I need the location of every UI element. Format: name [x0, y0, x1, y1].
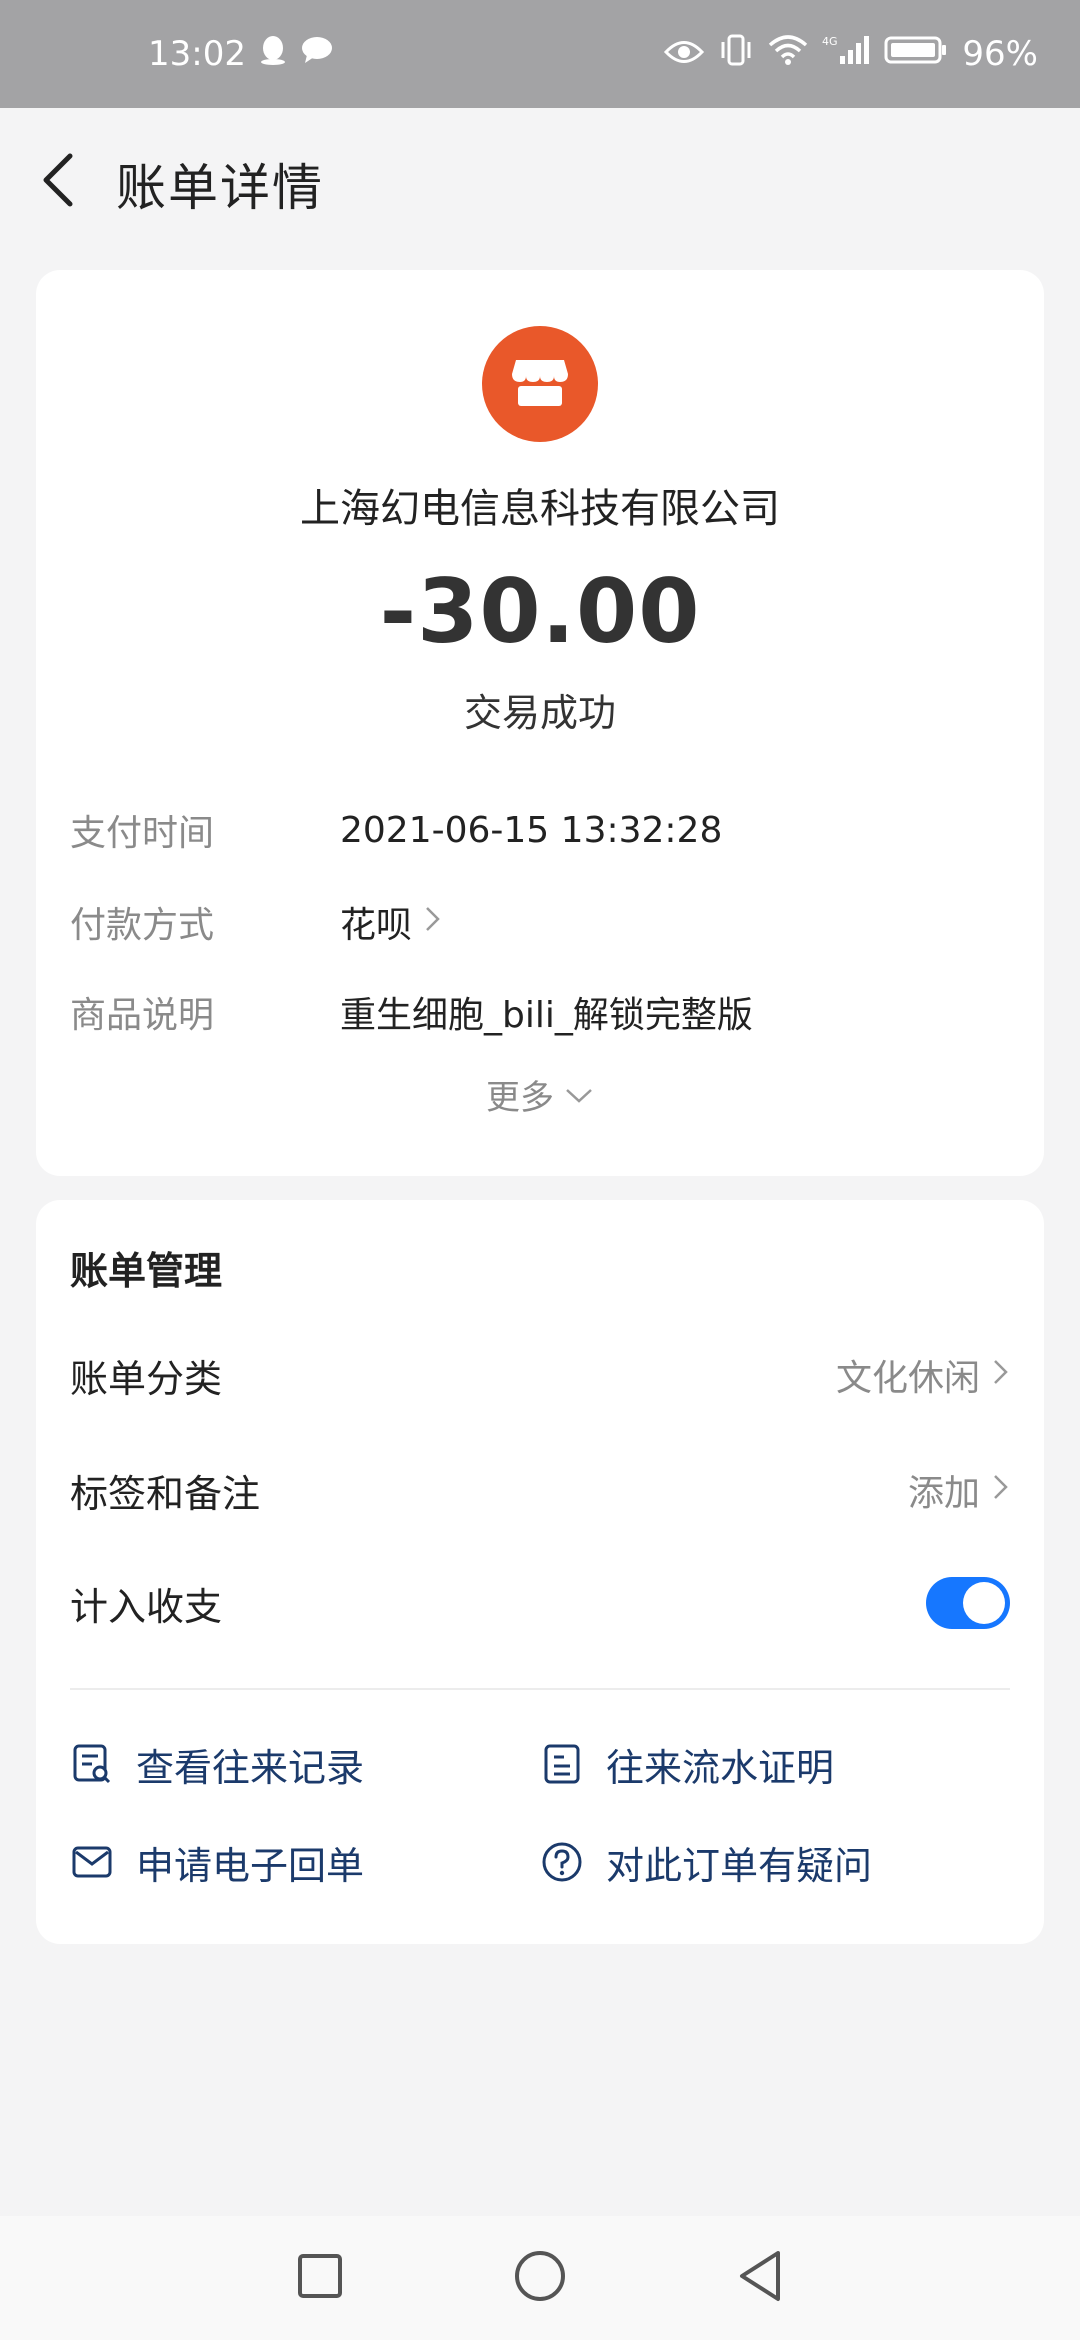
back-triangle-icon: [736, 2249, 784, 2307]
status-time: 13:02: [148, 34, 246, 74]
tags-value-group[interactable]: 添加: [908, 1464, 1010, 1516]
mail-icon: [70, 1840, 114, 1884]
vibrate-icon: [718, 34, 754, 75]
detail-row-product-desc: 商品说明 重生细胞_bili_解锁完整版: [70, 982, 1010, 1042]
chat-bubble-icon: [300, 34, 334, 74]
bill-detail-card: 上海幻电信息科技有限公司 -30.00 交易成功 支付时间 2021-06-15…: [36, 270, 1044, 1176]
status-left: 13:02: [148, 34, 334, 75]
system-nav-bar: [0, 2216, 1080, 2340]
action-label: 对此订单有疑问: [606, 1843, 873, 1888]
category-value-group[interactable]: 文化休闲: [836, 1349, 1010, 1401]
chevron-down-icon: [564, 1074, 594, 1114]
category-value: 文化休闲: [835, 1358, 980, 1399]
battery-percent: 96%: [962, 34, 1038, 74]
category-label: 账单分类: [70, 1356, 223, 1401]
detail-label: 商品说明: [70, 995, 215, 1036]
chevron-right-icon: [424, 902, 442, 943]
merchant-name: 上海幻电信息科技有限公司: [300, 486, 780, 532]
network-label: 4G: [822, 35, 838, 48]
home-button[interactable]: [510, 2248, 570, 2308]
question-circle-icon: [540, 1840, 584, 1884]
tags-label: 标签和备注: [70, 1471, 261, 1516]
detail-value: 2021-06-15 13:32:28: [340, 810, 722, 851]
wifi-icon: [768, 34, 808, 74]
tags-notes-row[interactable]: 标签和备注 添加: [70, 1455, 1010, 1525]
recent-apps-icon: [296, 2252, 344, 2304]
detail-value: 重生细胞_bili_解锁完整版: [340, 986, 753, 1038]
flow-proof-action[interactable]: 往来流水证明: [540, 1734, 834, 1794]
back-button[interactable]: [34, 150, 82, 214]
detail-label: 付款方式: [70, 905, 215, 946]
action-label: 申请电子回单: [136, 1843, 365, 1888]
detail-row-pay-method[interactable]: 付款方式 花呗: [70, 892, 1010, 952]
detail-value[interactable]: 花呗: [340, 896, 442, 948]
toggle-knob: [963, 1582, 1005, 1624]
battery-icon: [884, 34, 948, 74]
eye-icon: [664, 34, 705, 74]
order-question-action[interactable]: 对此订单有疑问: [540, 1832, 872, 1892]
status-right: 4G 96%: [664, 34, 1038, 75]
income-expense-row: 计入收支: [70, 1568, 1010, 1638]
recent-apps-button[interactable]: [290, 2248, 350, 2308]
chevron-right-icon: [992, 1470, 1010, 1511]
chevron-left-icon: [40, 152, 76, 212]
merchant-logo: [482, 326, 598, 442]
detail-label: 支付时间: [70, 813, 215, 854]
back-nav-button[interactable]: [730, 2248, 790, 2308]
shop-icon: [510, 354, 570, 414]
status-bar: 13:02 4G 96%: [0, 0, 1080, 108]
transaction-status: 交易成功: [463, 691, 616, 735]
signal-icon: 4G: [822, 34, 870, 75]
income-label: 计入收支: [70, 1584, 223, 1629]
bill-category-row[interactable]: 账单分类 文化休闲: [70, 1340, 1010, 1410]
document-icon: [540, 1742, 584, 1786]
chevron-right-icon: [992, 1355, 1010, 1396]
pay-time-value: 2021-06-15 13:32:28: [340, 809, 723, 851]
product-desc-value: 重生细胞_bili_解锁完整版: [340, 995, 753, 1036]
action-label: 往来流水证明: [606, 1745, 835, 1790]
tags-value: 添加: [907, 1473, 980, 1514]
e-receipt-action[interactable]: 申请电子回单: [70, 1832, 364, 1892]
pay-method-value[interactable]: 花呗: [340, 896, 412, 948]
section-title: 账单管理: [70, 1249, 223, 1293]
action-label: 查看往来记录: [136, 1745, 365, 1790]
more-label: 更多: [486, 1077, 554, 1118]
detail-row-pay-time: 支付时间 2021-06-15 13:32:28: [70, 800, 1010, 860]
view-records-action[interactable]: 查看往来记录: [70, 1734, 364, 1794]
divider: [70, 1688, 1010, 1690]
qq-icon: [258, 34, 288, 75]
transaction-amount: -30.00: [379, 560, 701, 663]
home-icon: [513, 2249, 567, 2307]
more-button[interactable]: 更多: [36, 1066, 1044, 1122]
page-title: 账单详情: [116, 159, 324, 217]
bill-manage-card: 账单管理 账单分类 文化休闲 标签和备注 添加 计入收支 查看往来记录 往来流水…: [36, 1200, 1044, 1944]
header: 账单详情: [0, 108, 1080, 252]
income-toggle[interactable]: [926, 1577, 1010, 1629]
records-search-icon: [70, 1742, 114, 1786]
